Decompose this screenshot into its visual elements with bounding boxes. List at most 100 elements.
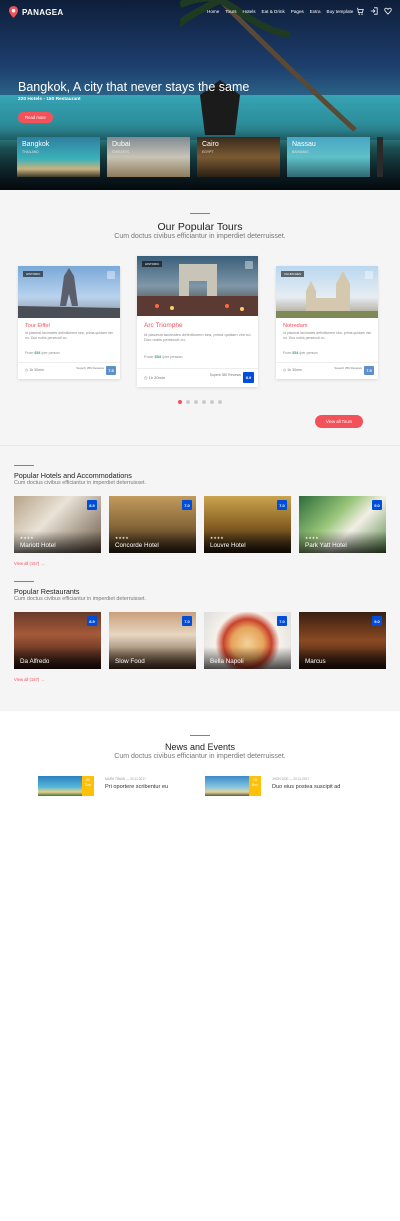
tour-tag: HISTORIC — [23, 271, 44, 277]
map-pin-icon — [9, 6, 18, 18]
hotels-subtitle: Cum doctus civibus efficiantur in imperd… — [14, 480, 147, 486]
hotel-card[interactable]: 9.0 ★★★★ Park Yatt Hotel — [299, 496, 386, 553]
city-name: Bangkok — [22, 141, 50, 148]
tour-card[interactable]: HISTORIC Tour Eiffel Id placerat tacimat… — [18, 266, 120, 379]
view-all-tours-button[interactable]: View all Tours — [315, 415, 363, 428]
city-card-cairo[interactable]: Cairo EGYPT — [197, 137, 280, 177]
star-rating: ★★★★ — [210, 536, 224, 540]
tour-card[interactable]: HISTORIC Arc Triomphe Id placerat tacima… — [137, 256, 258, 387]
city-carousel: Bangkok THAILAND Dubai EMIRATES Cairo EG… — [17, 137, 370, 177]
restaurant-name: Bella Napoli — [210, 658, 244, 665]
price-prefix: From — [283, 351, 292, 355]
logo[interactable]: PANAGEA — [9, 6, 64, 18]
city-country: EGYPT — [202, 150, 214, 154]
tour-name[interactable]: Notredam — [283, 323, 308, 329]
score-badge: 9.0 — [372, 500, 382, 510]
menu-item-buy-template[interactable]: Buy template — [327, 9, 354, 14]
score-badge: 7.0 — [182, 500, 192, 510]
tour-footer: ◷ 1h 30min Superb 350 Reviews 8.9 — [137, 368, 258, 387]
view-all-hotels-link[interactable]: View all (157) → — [14, 561, 45, 566]
hotel-name: Louvre Hotel — [210, 542, 246, 549]
view-all-restaurants-link[interactable]: View all (157) → — [14, 677, 45, 682]
restaurant-name: Marcus — [305, 658, 326, 665]
city-name: Cairo — [202, 141, 219, 148]
news-meta: MARK TWAIN — 20.11.2017 — [105, 777, 146, 781]
menu-item-hotels[interactable]: Hotels — [243, 9, 256, 14]
score-badge: 7.5 — [106, 366, 116, 375]
tour-card[interactable]: CHURCHES Notredam Id placerat tacimates … — [276, 266, 378, 379]
tour-description: Id placerat tacimates definitionem sea, … — [283, 331, 372, 340]
tour-rating-label: Superb 350 Reviews — [76, 366, 104, 370]
score-badge: 7.0 — [277, 616, 287, 626]
score-badge: 8.9 — [87, 616, 97, 626]
city-country: THAILAND — [22, 150, 39, 154]
news-headline[interactable]: Pri oportere scribentur eu — [105, 784, 168, 790]
carousel-dot[interactable] — [194, 400, 198, 404]
section-divider — [14, 581, 34, 582]
news-item[interactable]: 28 Dec JHON DOE — 20.11.2017 Duo eius po… — [205, 776, 365, 796]
menu-item-home[interactable]: Home — [207, 9, 219, 14]
tour-name[interactable]: Arc Triomphe — [144, 322, 183, 329]
city-card-nassau[interactable]: Nassau BAHAMAS — [287, 137, 370, 177]
news-subtitle: Cum doctus civibus efficiantur in imperd… — [114, 753, 286, 760]
carousel-dot[interactable] — [218, 400, 222, 404]
star-rating: ★★★★ — [305, 536, 319, 540]
carousel-dot[interactable] — [178, 400, 182, 404]
tour-duration: ◷ 1h 30min — [25, 368, 44, 372]
score-badge: 9.0 — [372, 616, 382, 626]
news-item[interactable]: 28 Dec MARK TWAIN — 20.11.2017 Pri oport… — [38, 776, 198, 796]
tour-price: From $54 /per person — [25, 351, 60, 355]
tour-description: Id placerat tacimates definitionem sea, … — [144, 332, 252, 342]
hotel-card[interactable]: 7.0 ★★★★ Concorde Hotel — [109, 496, 196, 553]
restaurant-card[interactable]: 7.0 Bella Napoli — [204, 612, 291, 669]
price-value: $54 — [154, 354, 162, 359]
section-divider — [14, 465, 34, 466]
tour-name[interactable]: Tour Eiffel — [25, 323, 50, 329]
tour-duration: ◷ 1h 30min — [144, 375, 166, 380]
menu-item-extra[interactable]: Extra — [310, 9, 321, 14]
heart-icon[interactable] — [384, 7, 392, 15]
news-date-badge: 28 Dec — [82, 776, 94, 796]
cart-icon[interactable] — [356, 7, 364, 15]
logo-text: PANAGEA — [22, 7, 64, 17]
tours-title: Our Popular Tours — [157, 221, 243, 233]
menu-item-tours[interactable]: Tours — [225, 9, 236, 14]
carousel-dot[interactable] — [202, 400, 206, 404]
duration-text: 1h 30min — [29, 368, 44, 372]
city-card-bangkok[interactable]: Bangkok THAILAND — [17, 137, 100, 177]
carousel-dot[interactable] — [210, 400, 214, 404]
restaurants-subtitle: Cum doctus civibus efficiantur in imperd… — [14, 596, 147, 602]
hotel-card[interactable]: 7.0 ★★★★ Louvre Hotel — [204, 496, 291, 553]
tour-rating-label: Superb 350 Reviews — [334, 366, 362, 370]
carousel-dot[interactable] — [186, 400, 190, 404]
price-prefix: From — [25, 351, 34, 355]
news-headline[interactable]: Duo eius postea suscipit ad — [272, 784, 340, 790]
menu-item-eat-drink[interactable]: Eat & Drink — [262, 9, 285, 14]
score-badge: 7.0 — [182, 616, 192, 626]
city-name: Nassau — [292, 141, 316, 148]
hotel-name: Park Yatt Hotel — [305, 542, 347, 549]
hero-title: Bangkok, A city that never stays the sam… — [18, 80, 250, 94]
score-badge: 8.9 — [87, 500, 97, 510]
city-card-next[interactable] — [377, 137, 383, 177]
menu-item-pages[interactable]: Pages — [291, 9, 304, 14]
city-name: Dubai — [112, 141, 131, 148]
restaurant-card[interactable]: 8.9 Da Alfredo — [14, 612, 101, 669]
hotel-name: Mariott Hotel — [20, 542, 56, 549]
city-card-dubai[interactable]: Dubai EMIRATES — [107, 137, 190, 177]
wishlist-icon[interactable] — [107, 271, 115, 279]
wishlist-icon[interactable] — [365, 271, 373, 279]
restaurant-card[interactable]: 9.0 Marcus — [299, 612, 386, 669]
tour-duration: ◷ 1h 30min — [283, 368, 302, 372]
price-suffix: /per person — [299, 351, 318, 355]
restaurant-card[interactable]: 7.0 Slow Food — [109, 612, 196, 669]
news-image: 28 Dec — [38, 776, 94, 796]
star-rating: ★★★★ — [115, 536, 129, 540]
login-icon[interactable] — [370, 7, 378, 15]
wishlist-icon[interactable] — [245, 261, 253, 269]
hotel-card[interactable]: 8.9 ★★★★ Mariott Hotel — [14, 496, 101, 553]
read-more-button[interactable]: Read more — [18, 112, 53, 123]
tour-footer: ◷ 1h 30min Superb 350 Reviews 7.5 — [276, 362, 378, 379]
duration-text: 1h 30min — [287, 368, 302, 372]
section-divider — [190, 735, 210, 736]
